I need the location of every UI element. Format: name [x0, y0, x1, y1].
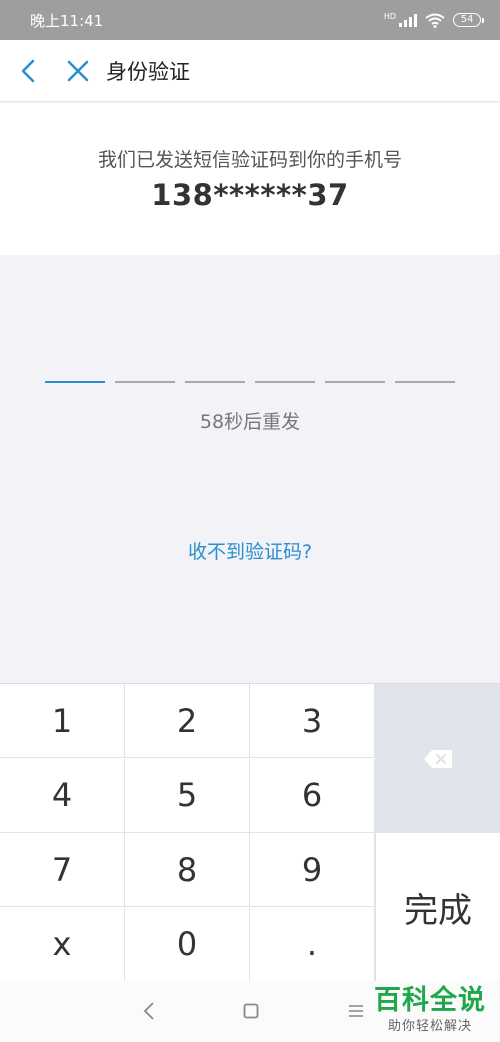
wifi-icon — [425, 13, 445, 28]
close-icon — [67, 60, 89, 81]
code-input[interactable] — [45, 381, 455, 383]
resend-countdown: 58秒后重发 — [199, 411, 301, 433]
close-button[interactable] — [64, 57, 92, 85]
network-tag: HD — [383, 12, 396, 21]
watermark-brand: 百科全说 — [374, 985, 486, 1016]
keypad-key[interactable]: 1 — [0, 684, 125, 758]
keypad-key[interactable]: 0 — [125, 907, 250, 982]
system-home-button[interactable] — [239, 999, 263, 1023]
status-time: 晚上11:41 — [30, 11, 104, 30]
page-title: 身份验证 — [106, 59, 190, 84]
code-slot — [255, 381, 315, 383]
watermark-slogan: 助你轻松解决 — [387, 1019, 472, 1034]
numeric-keypad: 完成 123 456 789 x0. — [0, 683, 500, 982]
verification-info: 我们已发送短信验证码到你的手机号 138******37 — [0, 103, 500, 255]
code-slot — [45, 381, 105, 383]
back-button[interactable] — [14, 57, 42, 85]
keypad-key[interactable]: 9 — [250, 833, 375, 907]
keypad-key[interactable]: x — [0, 907, 125, 982]
backspace-key[interactable] — [375, 684, 500, 833]
backspace-icon — [423, 749, 452, 768]
system-menu-icon — [349, 1005, 363, 1017]
status-icons: HD 54 — [384, 13, 484, 28]
no-code-link[interactable]: 收不到验证码? — [0, 537, 500, 564]
keypad-key[interactable]: 7 — [0, 833, 125, 907]
nav-bar: 身份验证 — [0, 40, 500, 102]
keypad-key[interactable]: 8 — [125, 833, 250, 907]
status-bar: 晚上11:41 HD 54 — [0, 0, 500, 40]
code-slot — [325, 381, 385, 383]
done-key[interactable]: 完成 — [375, 833, 500, 982]
keypad-key[interactable]: 3 — [250, 684, 375, 758]
system-home-icon — [243, 1003, 259, 1019]
code-slot — [185, 381, 245, 383]
system-menu-button[interactable] — [344, 999, 368, 1023]
system-back-icon — [143, 1002, 154, 1020]
battery-level: 54 — [453, 13, 481, 27]
code-slot — [115, 381, 175, 383]
keypad-key[interactable]: . — [250, 907, 375, 982]
keypad-key[interactable]: 6 — [250, 758, 375, 833]
chevron-left-icon — [21, 59, 35, 82]
masked-phone-number: 138******37 — [151, 178, 349, 212]
system-back-button[interactable] — [137, 999, 161, 1023]
code-entry-area: 58秒后重发 收不到验证码? — [0, 255, 500, 683]
battery-icon: 54 — [453, 13, 484, 27]
keypad-key[interactable]: 5 — [125, 758, 250, 833]
signal-icon: HD — [384, 13, 417, 27]
sms-sent-message: 我们已发送短信验证码到你的手机号 — [97, 149, 402, 171]
watermark-logo: 百科全说 助你轻松解决 — [374, 984, 486, 1036]
code-slot — [395, 381, 455, 383]
keypad-key[interactable]: 2 — [125, 684, 250, 758]
keypad-key[interactable]: 4 — [0, 758, 125, 833]
